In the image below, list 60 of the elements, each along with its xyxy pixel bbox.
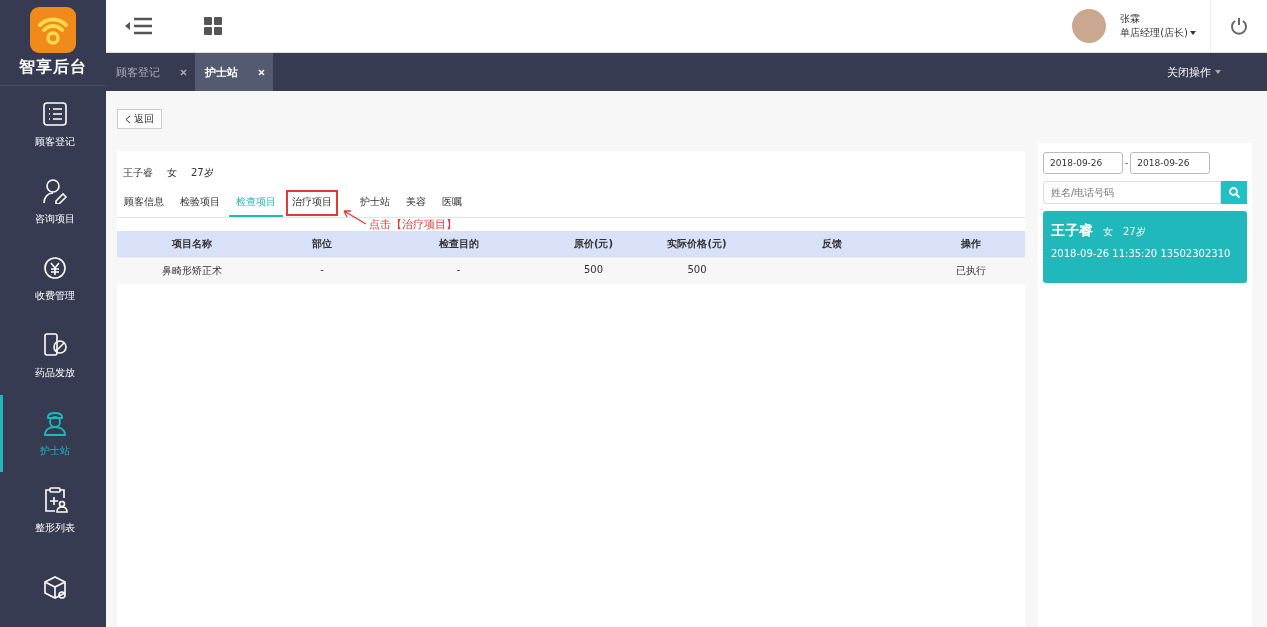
table-cell: 500 xyxy=(540,257,647,284)
user-avatar xyxy=(1072,9,1107,43)
back-button[interactable]: 返回 xyxy=(117,109,162,129)
tab[interactable]: 护士站 xyxy=(353,189,397,217)
patient-gender: 女 xyxy=(167,166,177,180)
list-icon xyxy=(41,100,68,127)
logo-title: 智享后台 xyxy=(19,56,87,78)
tab[interactable]: 医嘱 xyxy=(435,189,469,217)
caret-icon xyxy=(1215,70,1221,74)
annotation-text: 点击【治疗项目】 xyxy=(369,217,457,232)
tab[interactable]: 顾客信息 xyxy=(117,189,171,217)
tab[interactable]: 美容 xyxy=(399,189,433,217)
user-name: 张霖 xyxy=(1120,12,1142,26)
sidebar-item[interactable]: 药品发放 xyxy=(0,317,106,396)
page-tab[interactable]: 护士站 xyxy=(195,53,273,91)
collapse-menu-icon[interactable] xyxy=(124,16,154,36)
sidebar-item[interactable]: 顾客登记 xyxy=(0,85,106,164)
column-header: 检查目的 xyxy=(377,231,540,257)
sidebar-item[interactable]: 收费管理 xyxy=(0,240,106,318)
search-field[interactable]: 姓名/电话号码 xyxy=(1043,181,1221,204)
user-role-dropdown[interactable]: 单店经理(店长) xyxy=(1120,26,1196,40)
date-separator: - xyxy=(1125,158,1129,168)
table-cell: 鼻畸形矫正术 xyxy=(117,257,267,284)
close-icon[interactable] xyxy=(258,66,265,78)
grid-icon[interactable] xyxy=(204,17,222,35)
chevron-left-icon xyxy=(125,114,131,124)
column-header: 原价(元) xyxy=(540,231,647,257)
close-all-dropdown[interactable]: 关闭操作 xyxy=(1161,53,1227,91)
tab[interactable]: 检验项目 xyxy=(173,189,227,217)
patient-name: 王子睿 xyxy=(123,166,153,180)
column-header: 实际价格(元) xyxy=(647,231,747,257)
patient-age: 27岁 xyxy=(191,166,214,180)
person-pen-icon xyxy=(41,177,68,204)
caret-icon xyxy=(1190,31,1196,35)
card-age: 27岁 xyxy=(1123,226,1146,237)
sidebar-item[interactable]: 咨询项目 xyxy=(0,163,106,241)
table-cell: 已执行 xyxy=(917,257,1025,284)
tab[interactable]: 治疗项目 xyxy=(285,189,339,217)
sidebar-item[interactable]: 护士站 xyxy=(0,395,106,473)
card-time: 2018-09-26 11:35:20 xyxy=(1051,248,1158,259)
page-tab[interactable]: 顾客登记 xyxy=(106,53,195,91)
column-header: 项目名称 xyxy=(117,231,267,257)
column-header: 反馈 xyxy=(747,231,917,257)
annotation-arrow xyxy=(341,209,367,225)
table-cell: 500 xyxy=(647,257,747,284)
card-name: 王子睿 xyxy=(1051,222,1093,238)
logo-icon xyxy=(30,6,76,53)
yen-cycle-icon xyxy=(41,255,68,282)
end-date-field[interactable]: 2018-09-26 xyxy=(1130,152,1211,174)
close-icon[interactable] xyxy=(180,66,187,78)
card-gender: 女 xyxy=(1103,226,1113,237)
table-cell: - xyxy=(377,257,540,284)
column-header: 操作 xyxy=(917,231,1025,257)
card-phone: 13502302310 xyxy=(1160,248,1231,259)
table-cell: - xyxy=(267,257,377,284)
cube-gear-icon xyxy=(41,575,68,602)
column-header: 部位 xyxy=(267,231,377,257)
nurse-icon xyxy=(41,409,68,436)
sidebar-item[interactable]: 整形列表 xyxy=(0,472,106,550)
start-date-field[interactable]: 2018-09-26 xyxy=(1043,152,1123,174)
